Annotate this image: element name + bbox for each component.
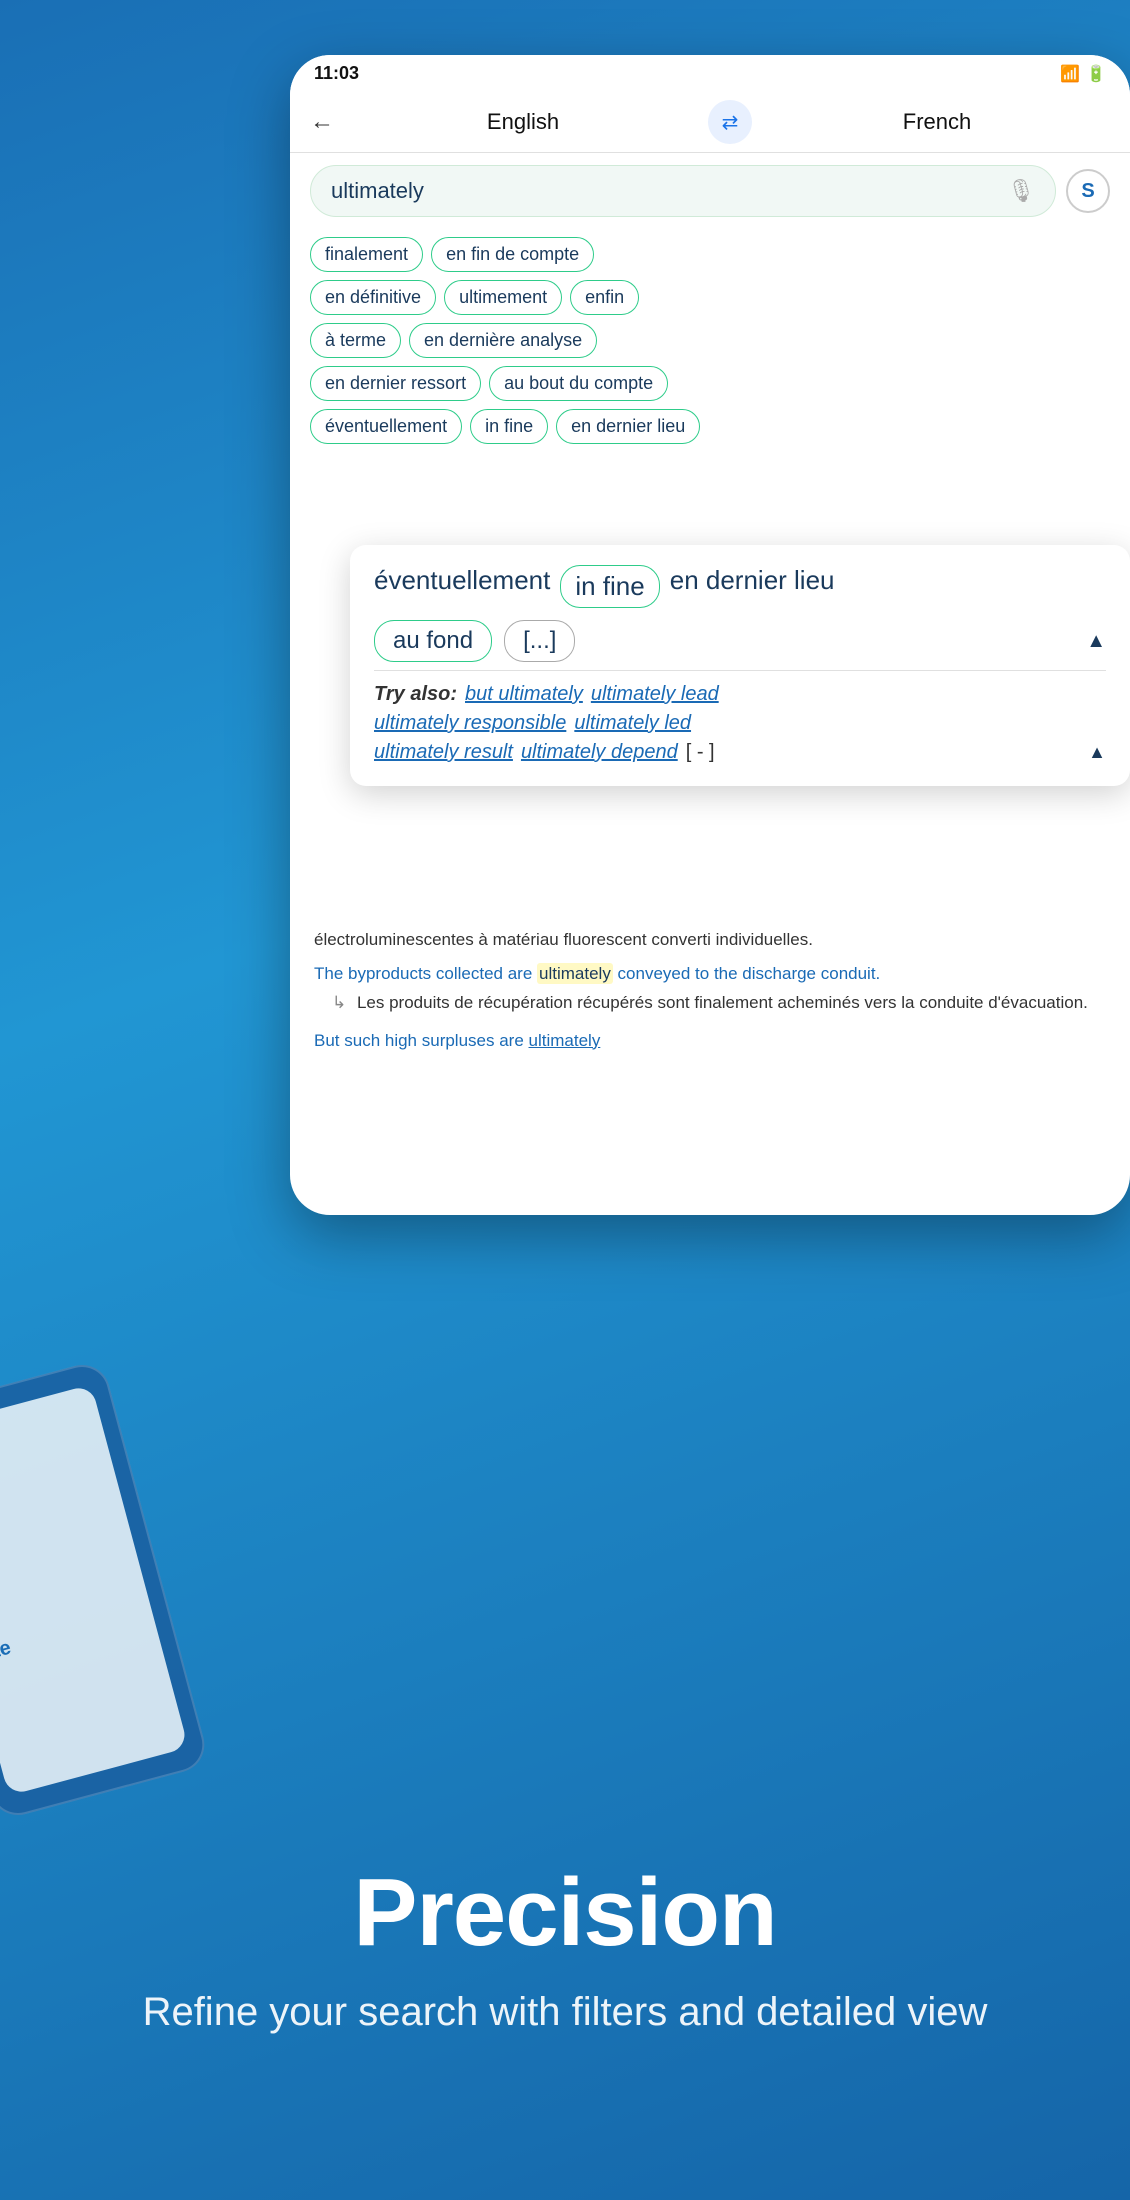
collapse-icon[interactable]: ▲ bbox=[1086, 630, 1106, 653]
expanded-row-2: au fond [...] ▲ bbox=[374, 620, 1106, 662]
precision-title: Precision bbox=[0, 1858, 1130, 1968]
translator-header: ← English ⇄ French bbox=[290, 92, 1130, 153]
translations-chips-area: finalement en fin de compte en définitiv… bbox=[290, 229, 1130, 460]
collapse-icon-2[interactable]: ▲ bbox=[1088, 742, 1106, 763]
signal-icon: 📶 bbox=[1060, 64, 1080, 84]
highlight-ultimately: ultimately bbox=[537, 963, 613, 984]
au-fond-chip[interactable]: au fond bbox=[374, 620, 492, 662]
translation-row-5: éventuellement in fine en dernier lieu bbox=[310, 409, 1110, 444]
expanded-translation-card: éventuellement in fine en dernier lieu a… bbox=[350, 545, 1130, 786]
translation-row-3: à terme en dernière analyse bbox=[310, 323, 1110, 358]
ellipsis-chip[interactable]: [...] bbox=[504, 620, 575, 662]
expanded-chip-endernierlieu[interactable]: en dernier lieu bbox=[670, 565, 835, 608]
try-also-row-2: ultimately responsible ultimately led bbox=[374, 712, 1106, 735]
status-time: 11:03 bbox=[314, 63, 359, 84]
arrow-icon: ↳ bbox=[332, 993, 346, 1012]
settings-button[interactable]: S bbox=[1066, 169, 1110, 213]
translation-chip[interactable]: finalement bbox=[310, 237, 423, 272]
example-french-text: électroluminescentes à matériau fluoresc… bbox=[314, 927, 1106, 953]
bracket-label[interactable]: [ - ] bbox=[686, 741, 715, 764]
swap-languages-button[interactable]: ⇄ bbox=[708, 100, 752, 144]
back-button[interactable]: ← bbox=[310, 108, 334, 136]
microphone-icon[interactable]: 🎙 bbox=[1007, 178, 1035, 204]
swap-icon: ⇄ bbox=[722, 110, 739, 135]
translation-row-2: en définitive ultimement enfin bbox=[310, 280, 1110, 315]
translation-chip[interactable]: in fine bbox=[470, 409, 548, 444]
suggestion-ultimately-depend[interactable]: ultimately depend bbox=[521, 741, 678, 764]
try-also-section: Try also: but ultimately ultimately lead… bbox=[374, 670, 1106, 764]
translation-chip[interactable]: au bout du compte bbox=[489, 366, 668, 401]
translation-chip[interactable]: en fin de compte bbox=[431, 237, 594, 272]
translation-chip[interactable]: en dernier lieu bbox=[556, 409, 700, 444]
try-also-row-1: Try also: but ultimately ultimately lead bbox=[374, 683, 1106, 706]
translation-chip[interactable]: à terme bbox=[310, 323, 401, 358]
translation-chip[interactable]: ultimement bbox=[444, 280, 562, 315]
main-phone: 11:03 📶 🔋 ← English ⇄ French ultimately … bbox=[290, 55, 1130, 1215]
expanded-chip-plain[interactable]: éventuellement bbox=[374, 565, 550, 608]
background-phone: ☆ 🔔 ☆ 🔔 nte bbox=[0, 1359, 211, 1822]
bg-phone-screen: ☆ 🔔 ☆ 🔔 nte bbox=[0, 1384, 188, 1795]
language-from[interactable]: English bbox=[350, 109, 696, 135]
suggestion-ultimately-responsible[interactable]: ultimately responsible bbox=[374, 712, 566, 735]
search-query-text: ultimately bbox=[331, 178, 424, 204]
translation-chip[interactable]: en dernier ressort bbox=[310, 366, 481, 401]
language-to[interactable]: French bbox=[764, 109, 1110, 135]
translation-row-4: en dernier ressort au bout du compte bbox=[310, 366, 1110, 401]
search-input[interactable]: ultimately 🎙 bbox=[310, 165, 1056, 217]
battery-icon: 🔋 bbox=[1086, 64, 1106, 84]
translation-chip[interactable]: en dernière analyse bbox=[409, 323, 597, 358]
expanded-row-1: éventuellement in fine en dernier lieu bbox=[374, 565, 1106, 608]
translation-chip[interactable]: en définitive bbox=[310, 280, 436, 315]
precision-subtitle: Refine your search with filters and deta… bbox=[0, 1984, 1130, 2040]
translation-chip[interactable]: enfin bbox=[570, 280, 639, 315]
expanded-chip-infine[interactable]: in fine bbox=[560, 565, 659, 608]
suggestion-but-ultimately[interactable]: but ultimately bbox=[465, 683, 583, 706]
try-also-row-3: ultimately result ultimately depend [ - … bbox=[374, 741, 1106, 764]
example-translation-text: ↳ Les produits de récupération récupérés… bbox=[332, 990, 1106, 1016]
example-sentences-area: électroluminescentes à matériau fluoresc… bbox=[290, 915, 1130, 1069]
search-bar: ultimately 🎙 S bbox=[290, 153, 1130, 229]
translation-row-1: finalement en fin de compte bbox=[310, 237, 1110, 272]
example-english-text: The byproducts collected are ultimately … bbox=[314, 961, 1106, 987]
status-bar: 11:03 📶 🔋 bbox=[290, 55, 1130, 92]
try-also-label: Try also: bbox=[374, 683, 457, 706]
suggestion-ultimately-result[interactable]: ultimately result bbox=[374, 741, 513, 764]
translation-chip[interactable]: éventuellement bbox=[310, 409, 462, 444]
example-partial-text: But such high surpluses are ultimately bbox=[314, 1028, 1106, 1054]
cut-off-ultimately: ultimately bbox=[529, 1031, 601, 1050]
status-icons: 📶 🔋 bbox=[1060, 64, 1106, 84]
suggestion-ultimately-lead[interactable]: ultimately lead bbox=[591, 683, 719, 706]
bg-phone-label: nte bbox=[0, 1601, 145, 1666]
bottom-section: Precision Refine your search with filter… bbox=[0, 1858, 1130, 2040]
settings-icon: S bbox=[1081, 180, 1094, 203]
suggestion-ultimately-led[interactable]: ultimately led bbox=[574, 712, 691, 735]
